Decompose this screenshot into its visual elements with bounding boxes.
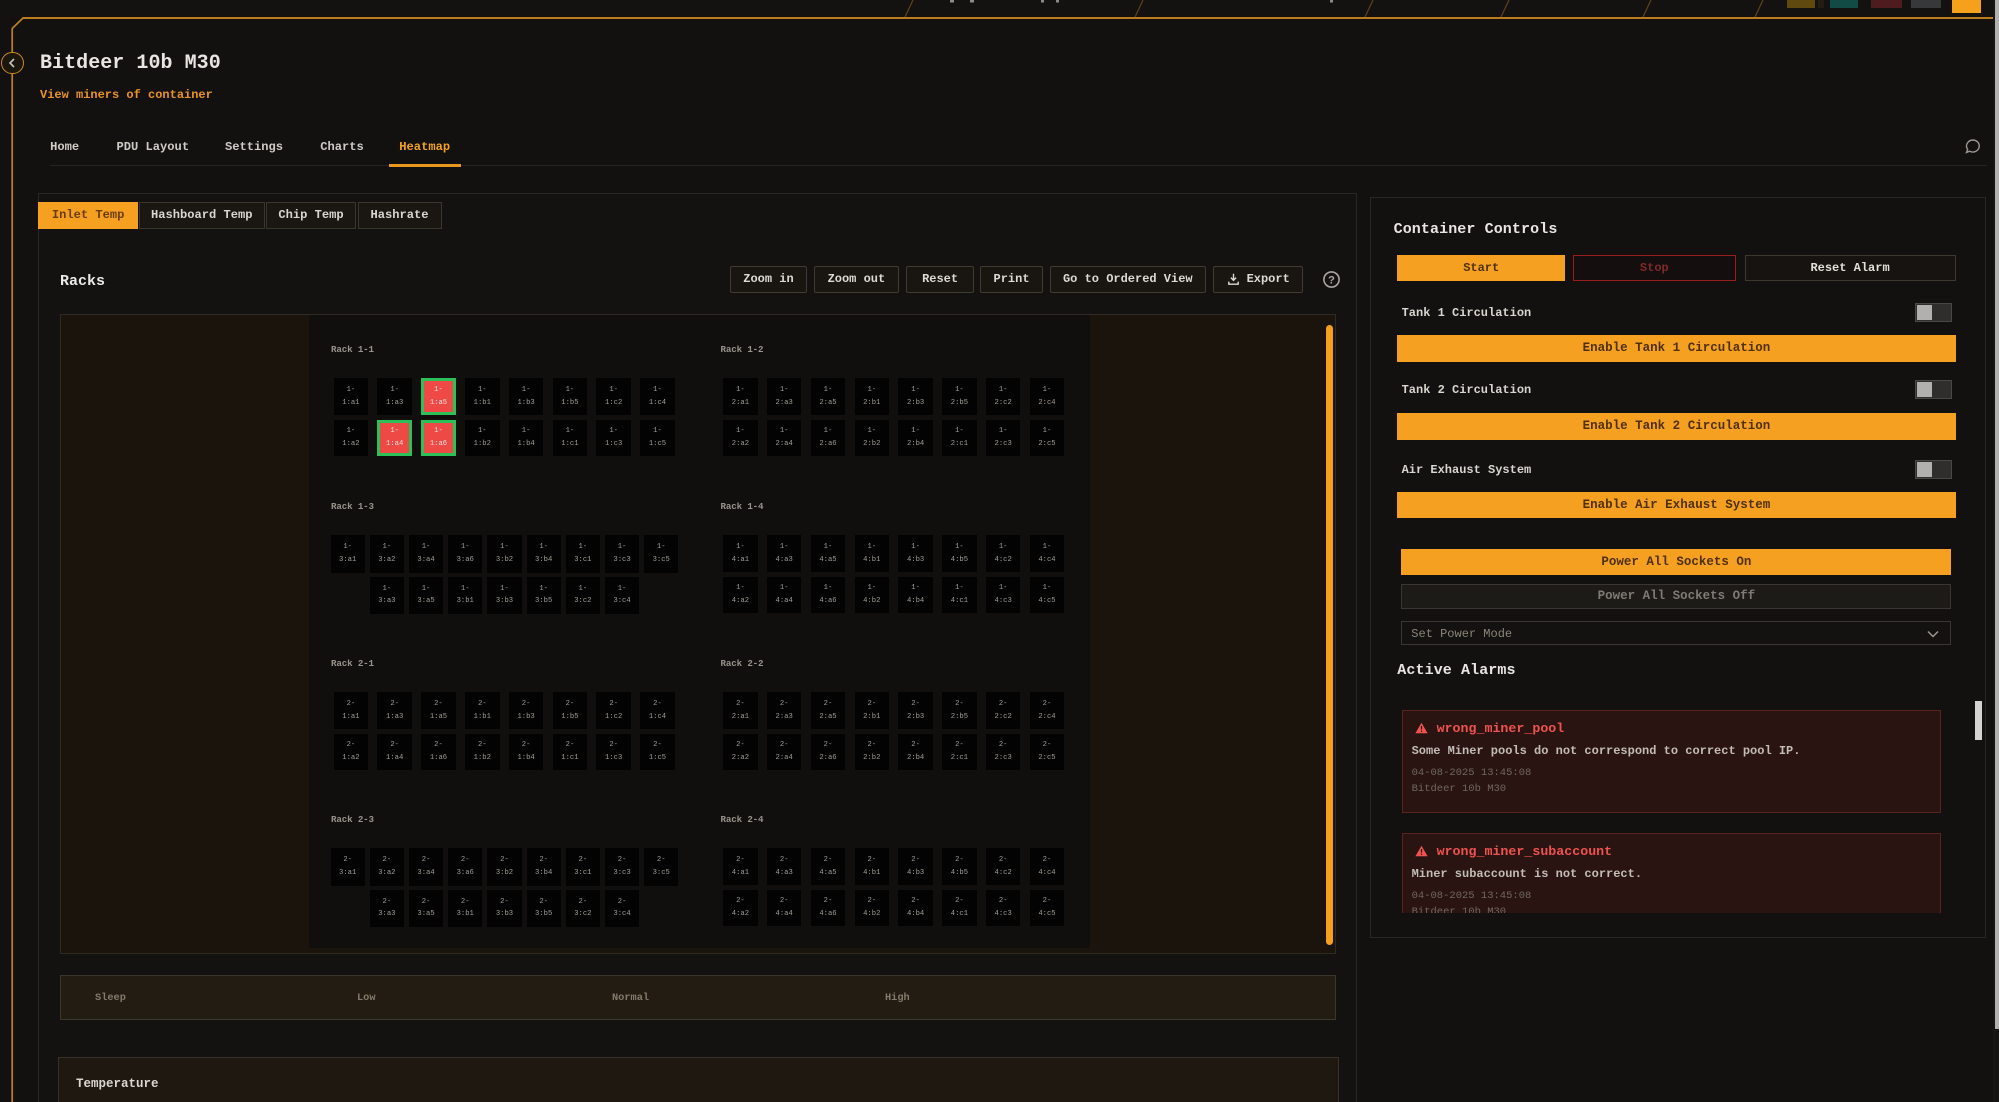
svg-text:?: ? xyxy=(1328,275,1335,287)
